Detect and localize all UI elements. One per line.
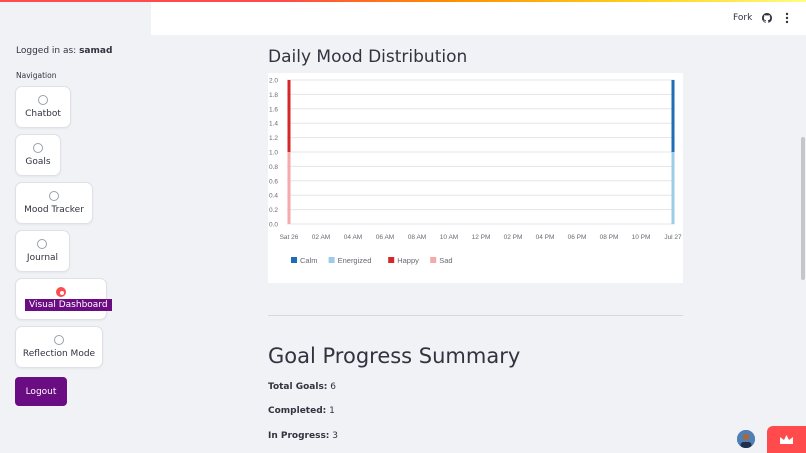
y-tick-label: 0.2: [269, 207, 278, 214]
radio-icon[interactable]: [49, 191, 59, 201]
x-tick-label: 06 PM: [568, 234, 587, 241]
mood-distribution-chart: 0.0 0.2 0.4 0.6 0.8 1.0 1.2 1.4 1.6 1.8 2.0 Sat 26 0…: [269, 78, 682, 266]
fork-button[interactable]: Fork: [733, 13, 752, 23]
x-tick-label: Sat 26: [280, 234, 299, 241]
legend-swatch-sad: [430, 257, 437, 263]
username: samad: [79, 46, 113, 56]
user-avatar[interactable]: [737, 430, 755, 448]
x-tick-label: Jul 27: [664, 234, 682, 241]
legend-label-energized: Energized: [338, 256, 372, 265]
legend-label-sad: Sad: [439, 256, 452, 265]
stat-value: 3: [332, 431, 339, 441]
radio-icon[interactable]: [38, 95, 48, 105]
chart-section-title: Daily Mood Distribution: [268, 47, 468, 67]
radio-icon[interactable]: [33, 143, 43, 153]
y-tick-label: 2.0: [269, 78, 278, 85]
sidebar: Logged in as: samad Navigation Chatbot G…: [0, 0, 151, 453]
legend-label-calm: Calm: [300, 256, 318, 265]
y-tick-label: 0.8: [269, 164, 278, 171]
streamlit-crown-button[interactable]: [767, 426, 806, 453]
nav-option-journal[interactable]: Journal: [15, 230, 70, 272]
stat-value: 6: [330, 382, 337, 392]
bar-segment-happy: [287, 80, 291, 152]
stat-label: Total Goals:: [268, 382, 328, 392]
nav-option-label: Goals: [25, 157, 51, 167]
nav-option-chatbot[interactable]: Chatbot: [15, 86, 71, 128]
stat-total-goals: Total Goals: 6: [268, 382, 336, 392]
stat-value: 1: [329, 406, 335, 416]
summary-section-title: Goal Progress Summary: [268, 344, 521, 368]
app-header: Fork: [151, 2, 806, 35]
legend-label-happy: Happy: [397, 256, 419, 265]
nav-option-label: Chatbot: [25, 109, 61, 119]
nav-option-mood-tracker[interactable]: Mood Tracker: [15, 182, 93, 224]
x-tick-label: 04 AM: [344, 234, 362, 241]
nav-option-label: Mood Tracker: [24, 205, 84, 215]
vertical-scrollbar[interactable]: [801, 137, 805, 280]
y-tick-label: 1.2: [269, 135, 278, 142]
x-tick-label: 10 PM: [632, 234, 651, 241]
nav-option-label-active: Visual Dashboard: [25, 299, 112, 311]
stat-label: Completed:: [268, 406, 327, 416]
y-tick-label: 1.0: [269, 150, 278, 157]
x-tick-label: 10 AM: [440, 234, 458, 241]
logged-in-text: Logged in as: samad: [16, 46, 112, 56]
radio-icon[interactable]: [54, 335, 64, 345]
bar-segment-energized: [671, 152, 675, 224]
x-tick-label: 12 PM: [472, 234, 491, 241]
nav-option-reflection-mode[interactable]: Reflection Mode: [15, 326, 103, 368]
y-tick-label: 1.6: [269, 106, 278, 113]
stat-label: In Progress:: [268, 431, 330, 441]
navigation-label: Navigation: [16, 71, 57, 80]
stat-completed: Completed: 1: [268, 406, 335, 416]
nav-option-goals[interactable]: Goals: [15, 134, 61, 176]
nav-option-label: Reflection Mode: [22, 349, 96, 359]
x-tick-label: 06 AM: [376, 234, 394, 241]
logout-button[interactable]: Logout: [15, 377, 67, 406]
y-tick-label: 1.8: [269, 92, 278, 99]
logged-in-prefix: Logged in as:: [16, 46, 80, 56]
y-tick-label: 0.6: [269, 178, 278, 185]
bar-segment-calm: [671, 80, 675, 152]
radio-icon[interactable]: [37, 239, 47, 249]
x-tick-label: 04 PM: [536, 234, 555, 241]
x-tick-label: 08 AM: [408, 234, 426, 241]
stat-in-progress: In Progress: 3: [268, 431, 338, 441]
x-tick-label: 02 AM: [312, 234, 330, 241]
section-divider: [268, 315, 683, 316]
github-icon[interactable]: [762, 13, 772, 23]
radio-selected-icon[interactable]: [56, 287, 66, 297]
x-tick-label: 08 PM: [600, 234, 619, 241]
top-decoration-stripe: [0, 0, 806, 2]
bar-segment-sad: [287, 152, 291, 224]
kebab-menu-icon[interactable]: [785, 12, 789, 24]
legend-swatch-calm: [291, 257, 297, 263]
legend-swatch-energized: [328, 257, 335, 263]
y-tick-label: 0.4: [269, 193, 278, 200]
nav-option-label: Journal: [26, 253, 59, 263]
y-tick-label: 1.4: [269, 121, 278, 128]
nav-option-visual-dashboard[interactable]: Visual Dashboard: [15, 278, 112, 320]
y-tick-label: 0.0: [269, 222, 278, 229]
x-tick-label: 02 PM: [504, 234, 523, 241]
crown-icon: [780, 435, 793, 444]
mood-chart-container: 0.0 0.2 0.4 0.6 0.8 1.0 1.2 1.4 1.6 1.8 2.0 Sat 26 0…: [268, 73, 683, 283]
legend-swatch-happy: [388, 257, 395, 263]
